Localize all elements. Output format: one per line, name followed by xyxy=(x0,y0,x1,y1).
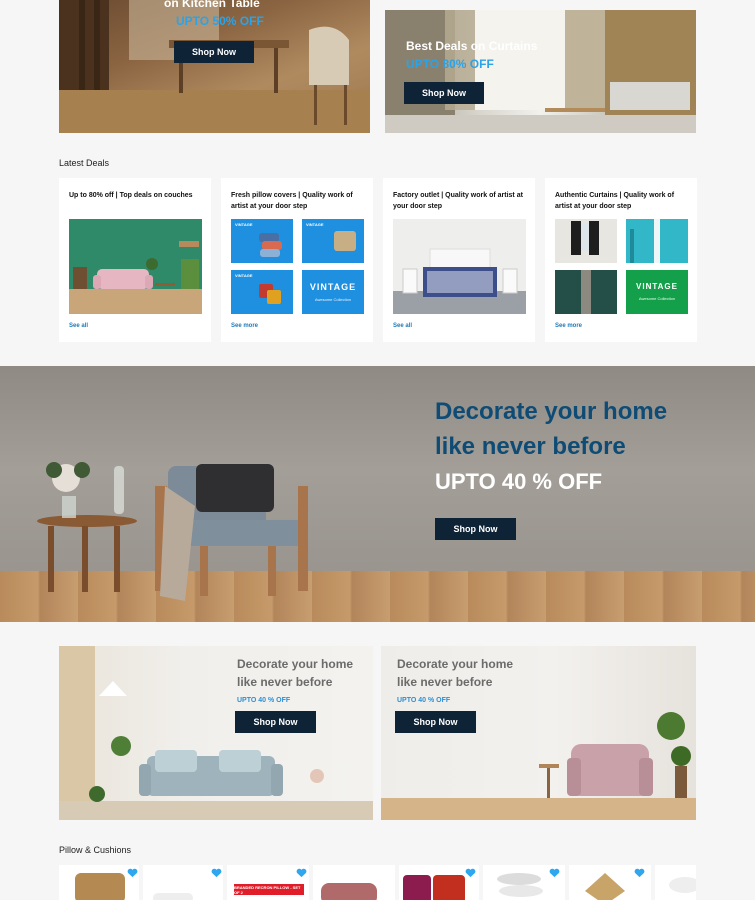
tile-sub-label: Awesome Collection xyxy=(638,296,676,301)
mid-banner-armchair[interactable]: Decorate your home like never before UPT… xyxy=(381,646,696,820)
heart-icon[interactable] xyxy=(127,868,138,878)
promo-offer: UPTO 80% OFF xyxy=(406,57,494,71)
promo-banner-kitchen-table[interactable]: on Kitchen Table UPTO 50% OFF Shop Now xyxy=(59,0,370,133)
deal-card-pillow-covers[interactable]: Fresh pillow covers | Quality work of ar… xyxy=(221,178,373,342)
promo-title: Best Deals on Curtains xyxy=(406,39,538,53)
hero-banner: Decorate your home like never before UPT… xyxy=(0,366,755,622)
see-all-link[interactable]: See all xyxy=(69,323,88,329)
mid-headline-line2: like never before xyxy=(397,675,493,689)
curtain-tile xyxy=(626,219,688,263)
heart-icon[interactable] xyxy=(296,868,307,878)
see-more-link[interactable]: See more xyxy=(231,323,258,329)
tile-label: VINTAGE xyxy=(235,273,253,278)
latest-deals-heading: Latest Deals xyxy=(59,158,110,168)
hero-headline-line2: like never before xyxy=(435,433,626,460)
see-all-link[interactable]: See all xyxy=(393,323,412,329)
mid-banner-sofa[interactable]: Decorate your home like never before UPT… xyxy=(59,646,373,820)
tile-label: VINTAGE xyxy=(235,222,253,227)
mid-headline-line1: Decorate your home xyxy=(237,657,354,671)
deal-card-factory-outlet[interactable]: Factory outlet | Quality work of artist … xyxy=(383,178,535,342)
tile-label: VINTAGE xyxy=(636,282,678,291)
bed-image xyxy=(393,219,526,314)
see-more-link[interactable]: See more xyxy=(555,323,582,329)
vintage-tile: VINTAGE Awesome Collection xyxy=(626,270,688,314)
product-card[interactable] xyxy=(313,865,395,900)
mid-headline-line2: like never before xyxy=(237,675,333,689)
shop-now-button[interactable]: Shop Now xyxy=(395,711,476,733)
deal-title: Up to 80% off | Top deals on couches xyxy=(69,192,193,199)
pillow-tile: VINTAGE xyxy=(231,219,293,263)
curtains-scene-image xyxy=(385,10,696,133)
tile-label: VINTAGE xyxy=(306,222,324,227)
shop-now-button[interactable]: Shop Now xyxy=(404,82,484,104)
heart-icon[interactable] xyxy=(634,868,645,878)
tile-label: VINTAGE xyxy=(309,282,357,292)
shop-now-button[interactable]: Shop Now xyxy=(174,41,254,63)
pillow-covers-grid: VINTAGE VINTAGE VINTAGE VINTAGE Awesome … xyxy=(231,219,364,314)
promo-offer: UPTO 50% OFF xyxy=(176,14,264,28)
product-image xyxy=(321,883,377,900)
heart-icon[interactable] xyxy=(549,868,560,878)
pillow-cushions-heading: Pillow & Cushions xyxy=(59,845,132,855)
curtain-tile xyxy=(555,219,617,263)
heart-icon[interactable] xyxy=(211,868,222,878)
heart-icon[interactable] xyxy=(465,868,476,878)
promo-title: on Kitchen Table xyxy=(164,0,260,10)
couch-image xyxy=(69,219,202,314)
product-card[interactable] xyxy=(655,865,696,900)
mid-offer: UPTO 40 % OFF xyxy=(397,697,451,704)
page: on Kitchen Table UPTO 50% OFF Shop Now B… xyxy=(0,0,755,900)
armchair-scene-image xyxy=(37,462,308,601)
tile-sub-label: Awesome Collection xyxy=(314,297,352,302)
product-badge: BRANDED RECRON PILLOW - SET OF 2 xyxy=(234,884,304,895)
shop-now-button[interactable]: Shop Now xyxy=(435,518,516,540)
pillow-tile: VINTAGE xyxy=(302,219,364,263)
hero-offer: UPTO 40 % OFF xyxy=(435,469,603,494)
product-image xyxy=(669,877,696,893)
promo-banner-curtains[interactable]: Best Deals on Curtains UPTO 80% OFF Shop… xyxy=(385,10,696,133)
pillow-tile: VINTAGE xyxy=(231,270,293,314)
mid-headline-line1: Decorate your home xyxy=(397,657,514,671)
curtain-tile xyxy=(555,270,617,314)
deal-card-curtains[interactable]: Authentic Curtains | Quality work of art… xyxy=(545,178,697,342)
deal-card-couches[interactable]: Up to 80% off | Top deals on couches See… xyxy=(59,178,211,342)
deal-title: Factory outlet | Quality work of artist … xyxy=(393,192,523,210)
vintage-tile: VINTAGE Awesome Collection xyxy=(302,270,364,314)
deal-title: Authentic Curtains | Quality work of art… xyxy=(555,192,675,210)
mid-offer: UPTO 40 % OFF xyxy=(237,697,291,704)
curtains-grid: VINTAGE Awesome Collection xyxy=(555,219,688,314)
deal-title: Fresh pillow covers | Quality work of ar… xyxy=(231,192,353,210)
shop-now-button[interactable]: Shop Now xyxy=(235,711,316,733)
hero-headline-line1: Decorate your home xyxy=(435,398,668,425)
